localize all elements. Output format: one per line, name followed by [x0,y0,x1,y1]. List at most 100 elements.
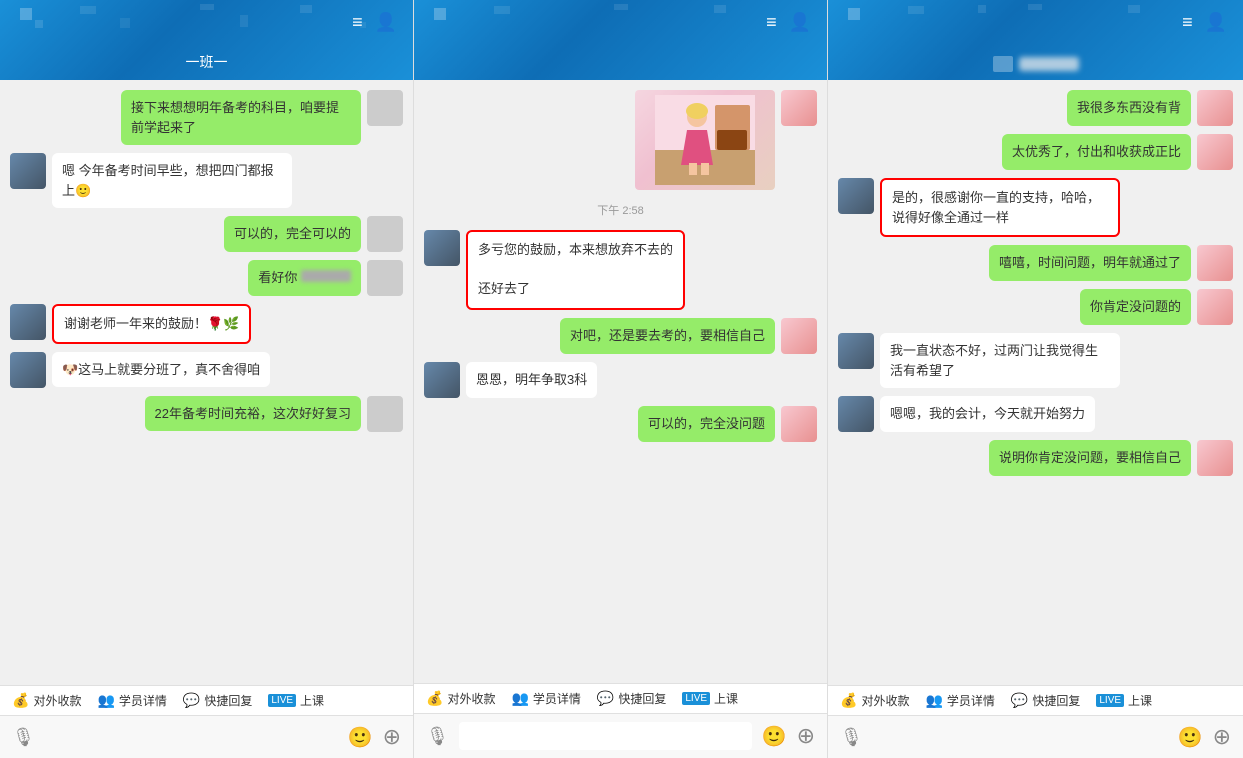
plus-button-3[interactable]: ⊕ [1213,724,1231,750]
message-text: 对吧，还是要去考的，要相信自己 [570,328,765,343]
chat-header-1: ≡ 👤 一班一 [0,0,413,80]
table-row: 是的，很感谢你一直的支持，哈哈，说得好像全通过一样 [838,178,1233,237]
panel3-title [1019,57,1079,71]
avatar [1197,90,1233,126]
chat-input-bar-1: 🎙 🙂 ⊕ [0,715,413,758]
table-row: 可以的，完全可以的 [10,216,403,252]
message-bubble: 嗯嗯，我的会计，今天就开始努力 [880,396,1095,432]
toolbar-label-payment-3: 对外收款 [861,692,909,709]
message-bubble: 我很多东西没有背 [1067,90,1191,126]
table-row: 接下来想想明年备考的科目，咱要提前学起来了 [10,90,403,145]
avatar-img [1197,440,1233,476]
chat-messages-1: 接下来想想明年备考的科目，咱要提前学起来了 嗯 今年备考时间早些，想把四门都报上… [0,80,413,685]
message-bubble: 太优秀了，付出和收获成正比 [1002,134,1191,170]
toolbar-btn-payment-2[interactable]: 💰 对外收款 [426,690,495,707]
message-text: 是的，很感谢你一直的支持，哈哈，说得好像全通过一样 [892,190,1100,225]
filter-icon-2[interactable]: ≡ [766,12,777,33]
toolbar-label-student-1: 学员详情 [119,692,167,709]
toolbar-label-payment-2: 对外收款 [447,690,495,707]
avatar-img [1197,245,1233,281]
table-row: 可以的，完全没问题 [424,406,817,442]
toolbar-btn-student-2[interactable]: 👥 学员详情 [511,690,580,707]
table-row: 说明你肯定没问题，要相信自己 [838,440,1233,476]
toolbar-btn-reply-3[interactable]: 💬 快捷回复 [1011,692,1080,709]
toolbar-label-live-2: 上课 [714,690,738,707]
message-text: 谢谢老师一年来的鼓励！🌹🌿 [64,316,239,331]
avatar [367,396,403,432]
header-icons-3: ≡ 👤 [1182,12,1227,33]
live-icon-2: LIVE [682,692,710,705]
toolbar-btn-reply-1[interactable]: 💬 快捷回复 [183,692,252,709]
message-text: 恩恩，明年争取3科 [476,372,587,387]
avatar-img [838,333,874,369]
plus-button-2[interactable]: ⊕ [797,723,815,749]
message-text: 接下来想想明年备考的科目，咱要提前学起来了 [131,100,339,135]
emoji-button-3[interactable]: 🙂 [1178,725,1203,750]
message-bubble: 你肯定没问题的 [1080,289,1191,325]
user-icon-2[interactable]: 👤 [789,12,811,33]
toolbar-btn-student-3[interactable]: 👥 学员详情 [925,692,994,709]
pixel-3-1 [848,8,860,20]
message-bubble: 嗯 今年备考时间早些，想把四门都报上🙂 [52,153,292,208]
message-input-2[interactable] [459,722,752,750]
avatar [424,230,460,266]
toolbar-btn-payment-1[interactable]: 💰 对外收款 [12,692,81,709]
toolbar-label-reply-1: 快捷回复 [204,692,252,709]
pixel-3-extra [978,5,986,13]
avatar [781,318,817,354]
filter-icon-1[interactable]: ≡ [352,12,363,33]
message-bubble: 看好你 [248,260,361,296]
chat-toolbar-1: 💰 对外收款 👥 学员详情 💬 快捷回复 LIVE 上课 [0,685,413,715]
toolbar-label-student-3: 学员详情 [947,692,995,709]
chat-input-bar-3: 🎙 🙂 ⊕ [828,715,1243,758]
avatar-img [1197,90,1233,126]
toolbar-btn-student-1[interactable]: 👥 学员详情 [97,692,166,709]
payment-icon-3: 💰 [840,692,857,709]
message-bubble-highlighted-2: 多亏您的鼓励，本来想放弃不去的 还好去了 [466,230,685,310]
message-text: 🐶这马上就要分班了，真不舍得咱 [62,362,260,377]
toolbar-btn-live-1[interactable]: LIVE 上课 [268,692,324,709]
message-bubble: 嘻嘻，时间问题，明年就通过了 [989,245,1191,281]
header-bg-1 [0,0,413,80]
user-icon-1[interactable]: 👤 [375,12,397,33]
avatar [10,352,46,388]
avatar [1197,289,1233,325]
voice-button-1[interactable]: 🎙 [12,727,35,748]
blurred-content [301,270,351,282]
image-illustration [655,95,755,185]
message-text: 可以的，完全没问题 [648,416,765,431]
avatar [367,90,403,126]
toolbar-btn-reply-2[interactable]: 💬 快捷回复 [597,690,666,707]
message-text: 我很多东西没有背 [1077,100,1181,115]
toolbar-label-payment-1: 对外收款 [33,692,81,709]
emoji-button-2[interactable]: 🙂 [762,724,787,749]
pixel-3-5 [1028,4,1042,10]
pixel-4 [120,18,130,28]
message-bubble-highlighted-3: 是的，很感谢你一直的支持，哈哈，说得好像全通过一样 [880,178,1120,237]
user-icon-3[interactable]: 👤 [1205,12,1227,33]
chat-header-2: ≡ 👤 名称 [414,0,827,80]
student-icon-1: 👥 [97,692,114,709]
voice-button-3[interactable]: 🎙 [840,727,863,748]
voice-button-2[interactable]: 🎙 [426,726,449,747]
message-text: 22年备考时间充裕，这次好好复习 [155,406,351,421]
reply-icon-2: 💬 [597,690,614,707]
pixel-3 [80,6,96,14]
table-row: 看好你 [10,260,403,296]
table-row: 嘻嘻，时间问题，明年就通过了 [838,245,1233,281]
message-bubble: 可以的，完全可以的 [224,216,361,252]
pixel-7 [300,5,312,13]
toolbar-btn-payment-3[interactable]: 💰 对外收款 [840,692,909,709]
filter-icon-3[interactable]: ≡ [1182,12,1193,33]
message-text: 太优秀了，付出和收获成正比 [1012,144,1181,159]
avatar [10,153,46,189]
toolbar-btn-live-3[interactable]: LIVE 上课 [1096,692,1152,709]
toolbar-btn-live-2[interactable]: LIVE 上课 [682,690,738,707]
table-row: 我很多东西没有背 [838,90,1233,126]
plus-button-1[interactable]: ⊕ [383,724,401,750]
chat-panel-1: ≡ 👤 一班一 接下来想想明年备考的科目，咱要提前学起来了 嗯 今年备考时间早些… [0,0,414,758]
message-bubble-highlighted: 谢谢老师一年来的鼓励！🌹🌿 [52,304,251,344]
chat-toolbar-3: 💰 对外收款 👥 学员详情 💬 快捷回复 LIVE 上课 [828,685,1243,715]
emoji-button-1[interactable]: 🙂 [348,725,373,750]
message-text: 嘻嘻，时间问题，明年就通过了 [999,255,1181,270]
